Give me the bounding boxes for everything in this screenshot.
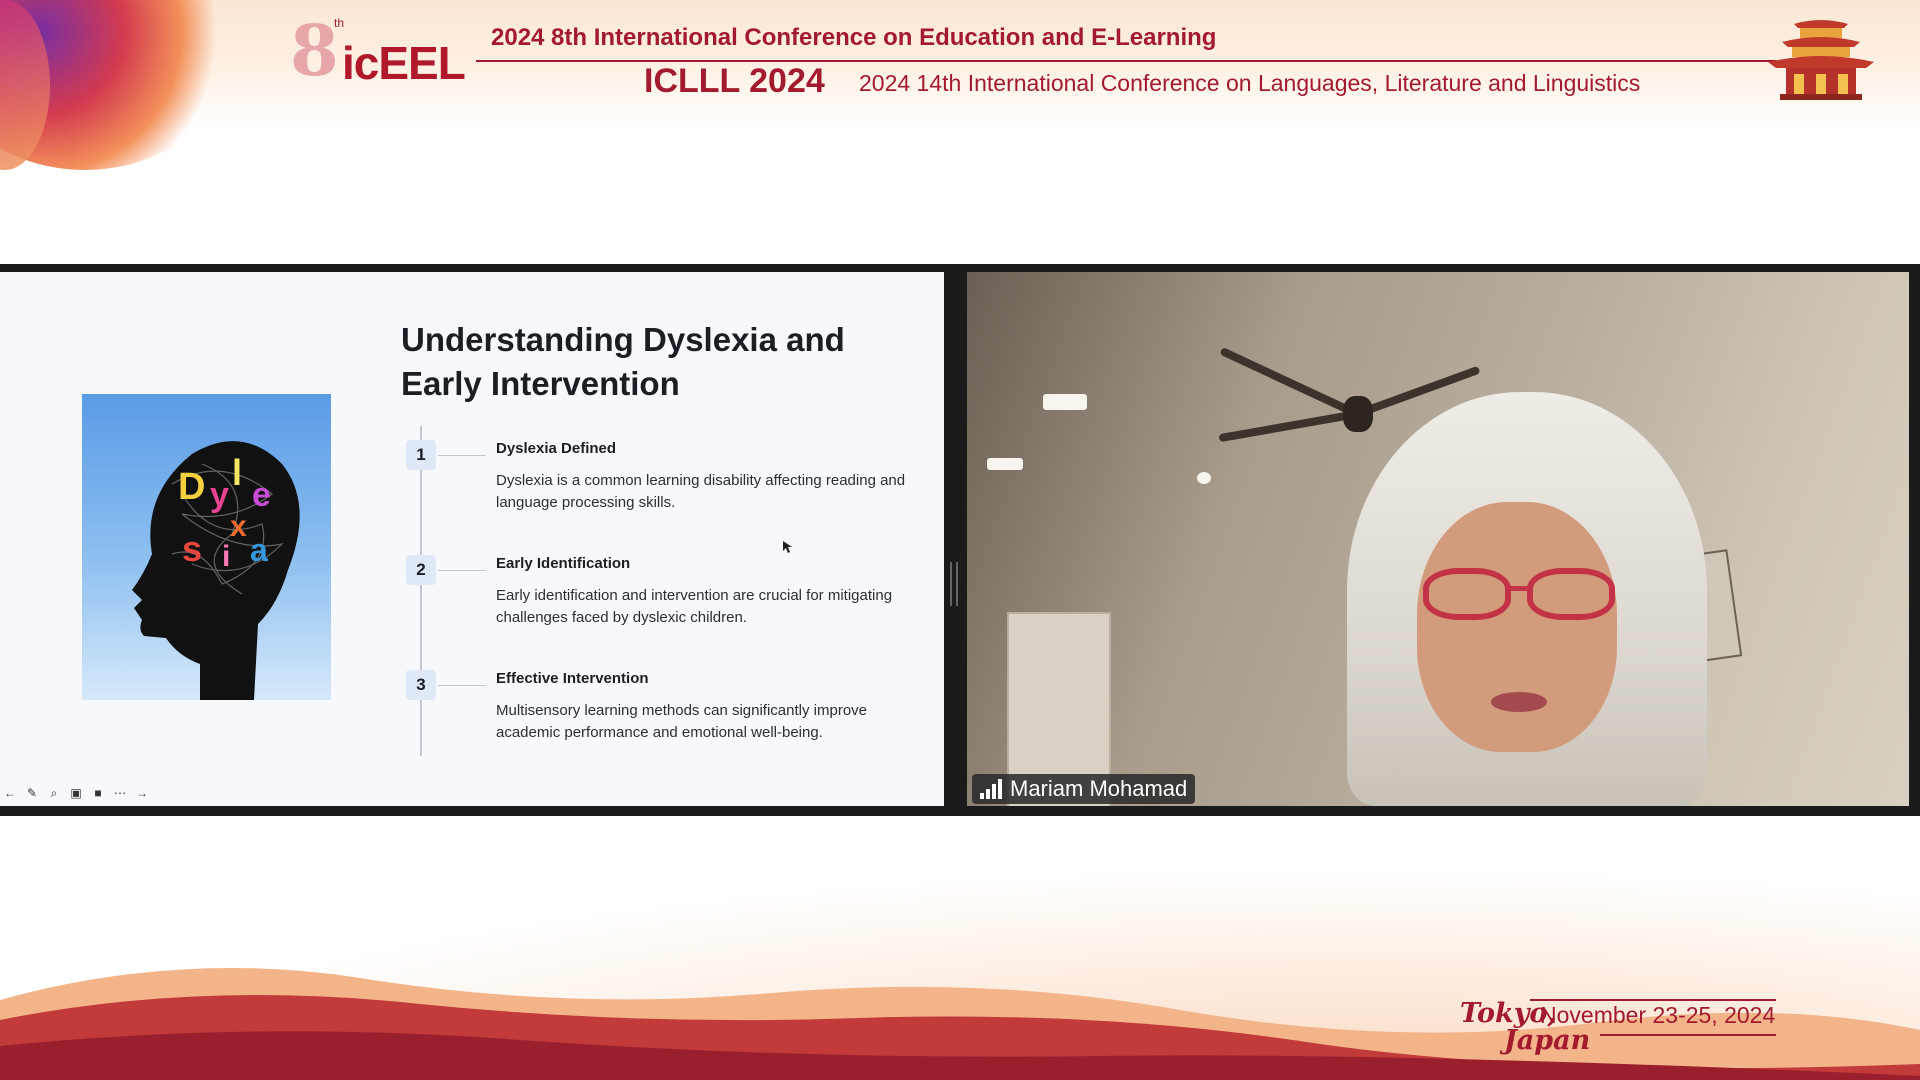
step-title: Dyslexia Defined xyxy=(496,440,617,457)
ceiling-light xyxy=(987,458,1023,470)
participant-name: Mariam Mohamad xyxy=(1010,776,1188,801)
ceiling-light xyxy=(1197,472,1211,484)
letter-e: e xyxy=(252,476,271,514)
letter-y: y xyxy=(210,476,229,514)
video-icon[interactable]: ■ xyxy=(90,786,106,800)
step-title: Effective Intervention xyxy=(496,670,649,687)
logo-suffix: th xyxy=(334,16,345,30)
shared-slide[interactable]: D y l e x s i a Understanding Dyslexia a… xyxy=(0,272,944,806)
ceiling-light xyxy=(1043,394,1087,410)
pagoda-icon xyxy=(1768,20,1874,100)
location-country: Japan xyxy=(1504,1025,1591,1056)
previous-slide-icon[interactable]: ← xyxy=(2,786,18,800)
timeline-step: 3 Effective Intervention Multisensory le… xyxy=(406,670,926,780)
letter-a: a xyxy=(250,532,268,568)
dyslexia-head-illustration: D y l e x s i a xyxy=(82,394,331,700)
step-connector xyxy=(438,685,486,686)
letter-s: s xyxy=(182,528,203,569)
conference-dates: November 23-25, 2024 xyxy=(1540,1002,1776,1028)
signal-bars-icon xyxy=(980,779,1002,799)
step-connector xyxy=(438,455,486,456)
date-divider-bottom xyxy=(1600,1034,1776,1036)
step-body: Multisensory learning methods can signif… xyxy=(496,702,868,741)
step-connector xyxy=(438,570,486,571)
step-number: 3 xyxy=(406,670,436,700)
step-title: Early Identification xyxy=(496,555,631,572)
next-slide-icon[interactable]: → xyxy=(134,786,150,800)
head-silhouette-icon xyxy=(132,441,300,700)
glasses-icon xyxy=(1419,568,1619,628)
letter-x: x xyxy=(230,510,247,543)
zoom-icon[interactable]: ⌕ xyxy=(46,786,62,800)
timeline-step: 1 Dyslexia Defined Dyslexia is a common … xyxy=(406,440,926,550)
step-body: Dyslexia is a common learning disability… xyxy=(496,472,906,511)
participant-person xyxy=(1347,392,1707,806)
header-banner: 8 th icEEL 2024 8th International Confer… xyxy=(0,0,1920,170)
step-number: 2 xyxy=(406,555,436,585)
letter-i: i xyxy=(222,540,231,573)
step-number: 1 xyxy=(406,440,436,470)
slideshow-toolbar: ← ✎ ⌕ ▣ ■ ⋯ → xyxy=(2,786,150,802)
date-divider-top xyxy=(1530,999,1776,1001)
step-body: Early identification and intervention ar… xyxy=(496,587,893,626)
letter-d: D xyxy=(178,466,206,508)
pen-icon[interactable]: ✎ xyxy=(24,786,40,800)
slide-title: Understanding Dyslexia and Early Interve… xyxy=(401,321,845,402)
timeline-step: 2 Early Identification Early identificat… xyxy=(406,555,926,665)
participant-name-tag: Mariam Mohamad xyxy=(972,774,1196,804)
conference-logo: 8 th icEEL xyxy=(290,9,490,92)
captions-icon[interactable]: ▣ xyxy=(68,786,84,800)
meeting-area: D y l e x s i a Understanding Dyslexia a… xyxy=(0,264,1920,816)
more-icon[interactable]: ⋯ xyxy=(112,786,128,800)
split-view-handle[interactable] xyxy=(950,562,958,606)
letter-l: l xyxy=(232,452,243,493)
mouse-cursor-icon xyxy=(783,541,792,553)
conference-primary-title: 2024 8th International Conference on Edu… xyxy=(491,24,1217,51)
conference-secondary-title: 2024 14th International Conference on La… xyxy=(859,70,1641,96)
participant-video[interactable]: Mariam Mohamad xyxy=(967,272,1909,806)
logo-number: 8 xyxy=(290,9,339,92)
conference-secondary-acronym: ICLLL 2024 xyxy=(644,62,825,100)
logo-text: icEEL xyxy=(342,37,466,89)
